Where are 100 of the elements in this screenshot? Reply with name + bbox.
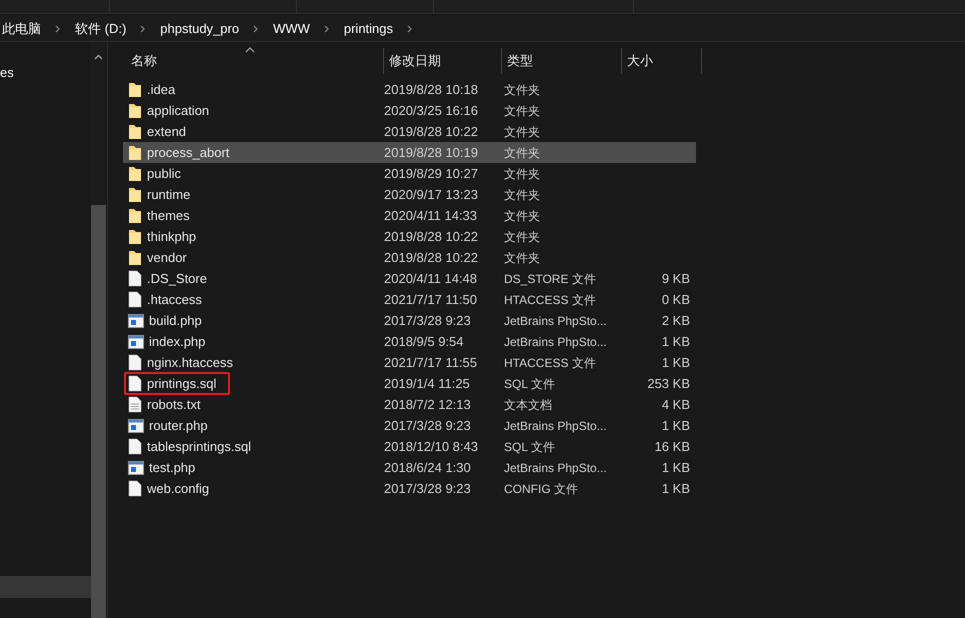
- file-type: SQL 文件: [504, 376, 556, 392]
- file-row[interactable]: tablesprintings.sql 2018/12/10 8:43 SQL 文件 16 KB: [123, 436, 696, 457]
- modified-date: 2020/4/11 14:33: [384, 206, 478, 225]
- file-type: JetBrains PhpSto...: [504, 418, 608, 434]
- file-name: public: [147, 164, 181, 183]
- file-row[interactable]: process_abort 2019/8/28 10:19 文件夹: [123, 142, 696, 163]
- modified-date: 2017/3/28 9:23: [384, 416, 472, 435]
- file-type: CONFIG 文件: [504, 480, 579, 498]
- file-row[interactable]: build.php 2017/3/28 9:23 JetBrains PhpSto... 2 KB: [123, 310, 696, 331]
- file-size: 0 KB: [660, 290, 690, 309]
- file-name: build.php: [149, 312, 202, 330]
- file-type: 文件夹: [504, 144, 541, 162]
- file-size: 9 KB: [660, 270, 690, 288]
- file-name: .idea: [147, 80, 176, 99]
- file-row[interactable]: test.php 2018/6/24 1:30 JetBrains PhpSto... 1 KB: [123, 457, 696, 478]
- file-type: 文件夹: [504, 166, 541, 182]
- file-icon: [128, 354, 142, 371]
- modified-date: 2020/3/25 16:16: [384, 102, 479, 120]
- modified-date: 2018/12/10 8:43: [384, 438, 479, 456]
- file-name: themes: [147, 206, 190, 225]
- file-row[interactable]: web.config 2017/3/28 9:23 CONFIG 文件 1 KB: [123, 478, 696, 499]
- file-name: .DS_Store: [147, 270, 207, 288]
- column-header[interactable]: 大小: [622, 48, 702, 74]
- file-type: DS_STORE 文件: [504, 270, 597, 288]
- file-row[interactable]: runtime 2020/9/17 13:23 文件夹: [123, 184, 696, 205]
- modified-date: 2018/6/24 1:30: [384, 458, 472, 477]
- file-row[interactable]: .htaccess 2021/7/17 11:50 HTACCESS 文件 0 KB: [123, 289, 696, 310]
- modified-date: 2019/8/28 10:22: [384, 228, 479, 246]
- modified-date: 2018/7/2 12:13: [384, 396, 472, 414]
- breadcrumb-item[interactable]: phpstudy_pro: [160, 18, 240, 38]
- folder-icon: [128, 186, 142, 202]
- file-size: 1 KB: [660, 332, 690, 351]
- file-row[interactable]: vendor 2019/8/28 10:22 文件夹: [123, 247, 696, 268]
- file-type: HTACCESS 文件: [504, 292, 597, 308]
- column-header[interactable]: 类型: [502, 48, 622, 74]
- file-icon: [128, 375, 142, 392]
- modified-date: 2018/9/5 9:54: [384, 332, 465, 351]
- file-size: 4 KB: [660, 396, 690, 414]
- file-row[interactable]: nginx.htaccess 2021/7/17 11:55 HTACCESS 文件 1 KB: [123, 352, 696, 373]
- folder-icon: [128, 166, 142, 182]
- script-file-icon: [128, 334, 144, 348]
- modified-date: 2019/1/4 11:25: [384, 374, 471, 393]
- file-row[interactable]: .DS_Store 2020/4/11 14:48 DS_STORE 文件 9 KB: [123, 268, 696, 289]
- script-file-icon: [128, 314, 144, 328]
- breadcrumb-item[interactable]: printings: [344, 18, 394, 38]
- file-row[interactable]: printings.sql 2019/1/4 11:25 SQL 文件 253 KB: [123, 373, 696, 394]
- file-name: nginx.htaccess: [147, 354, 233, 372]
- file-name: vendor: [147, 248, 187, 267]
- file-row[interactable]: .idea 2019/8/28 10:18 文件夹: [123, 79, 696, 100]
- file-row[interactable]: extend 2019/8/28 10:22 文件夹: [123, 121, 696, 142]
- file-row[interactable]: application 2020/3/25 16:16 文件夹: [123, 100, 696, 121]
- sort-caret-icon: [245, 47, 255, 53]
- file-row[interactable]: themes 2020/4/11 14:33 文件夹: [123, 205, 696, 226]
- file-icon: [128, 291, 142, 308]
- file-name: extend: [147, 122, 186, 141]
- chevron-right-icon: [140, 24, 146, 32]
- file-type: 文件夹: [504, 124, 541, 140]
- file-name: application: [147, 102, 210, 120]
- file-row[interactable]: public 2019/8/29 10:27 文件夹: [123, 163, 696, 184]
- file-name: tablesprintings.sql: [147, 438, 252, 456]
- file-type: SQL 文件: [504, 438, 556, 456]
- modified-date: 2019/8/28 10:18: [384, 80, 479, 99]
- sidebar-item[interactable]: es: [0, 62, 91, 84]
- breadcrumb-item[interactable]: 软件 (D:): [75, 18, 126, 38]
- modified-date: 2019/8/28 10:22: [384, 122, 479, 141]
- folder-icon: [128, 228, 142, 244]
- file-name: robots.txt: [147, 396, 200, 414]
- chevron-right-icon: [253, 24, 260, 32]
- file-type: HTACCESS 文件: [504, 354, 597, 372]
- file-row[interactable]: thinkphp 2019/8/28 10:22 文件夹: [123, 226, 696, 247]
- modified-date: 2019/8/28 10:22: [384, 248, 479, 267]
- modified-date: 2017/3/28 9:23: [384, 312, 472, 330]
- chevron-right-icon: [407, 24, 414, 32]
- file-name: thinkphp: [147, 228, 196, 246]
- chevron-right-icon: [324, 24, 330, 32]
- file-type: 文本文档: [504, 396, 553, 414]
- file-row[interactable]: index.php 2018/9/5 9:54 JetBrains PhpSto... 1 KB: [123, 331, 696, 352]
- file-name: router.php: [149, 416, 208, 435]
- file-size: 1 KB: [660, 416, 690, 435]
- file-row[interactable]: robots.txt 2018/7/2 12:13 文本文档 4 KB: [123, 394, 696, 415]
- modified-date: 2019/8/29 10:27: [384, 164, 479, 183]
- breadcrumb-item[interactable]: 此电脑: [0, 18, 41, 38]
- file-size: 2 KB: [660, 312, 690, 330]
- file-name: .htaccess: [147, 290, 202, 309]
- file-type: 文件夹: [504, 208, 541, 224]
- file-name: test.php: [149, 458, 196, 477]
- file-size: 16 KB: [654, 438, 690, 456]
- file-size: 253 KB: [646, 374, 690, 393]
- file-icon: [128, 270, 142, 287]
- modified-date: 2021/7/17 11:50: [384, 290, 478, 309]
- folder-icon: [128, 124, 142, 140]
- column-header[interactable]: 名称: [125, 48, 384, 74]
- folder-icon: [128, 250, 142, 266]
- breadcrumb-item[interactable]: WWW: [273, 18, 310, 38]
- modified-date: 2019/8/28 10:19: [384, 144, 479, 162]
- column-header[interactable]: 修改日期: [384, 48, 502, 74]
- file-type: 文件夹: [504, 102, 541, 120]
- file-row[interactable]: router.php 2017/3/28 9:23 JetBrains PhpSto... 1 KB: [123, 415, 696, 436]
- scrollbar-thumb[interactable]: [91, 205, 106, 618]
- caret-up-icon[interactable]: [94, 54, 103, 60]
